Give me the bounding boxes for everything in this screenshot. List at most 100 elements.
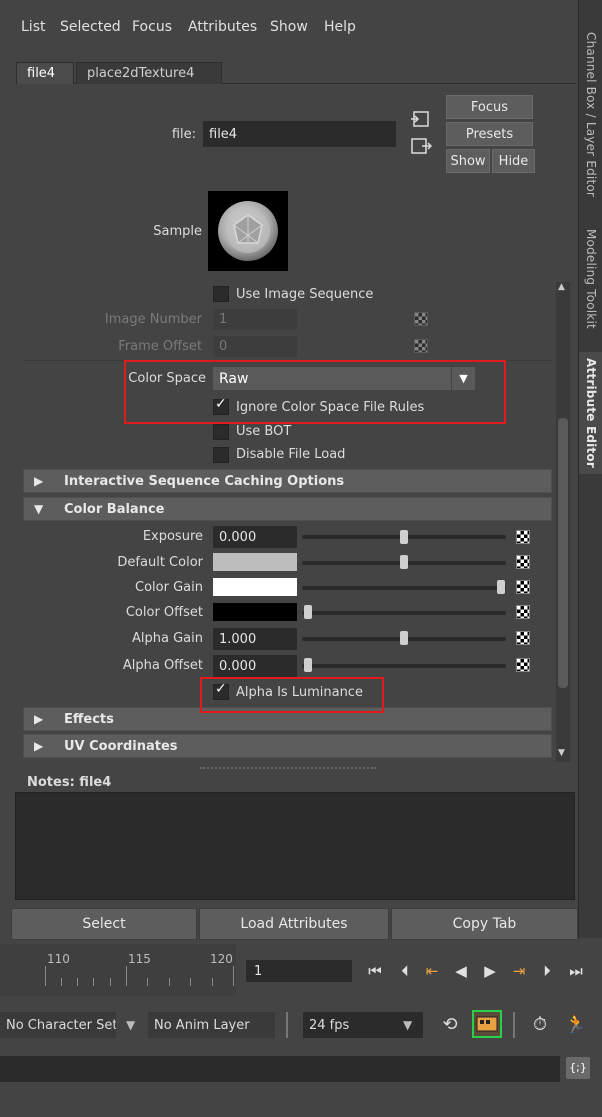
menu-help[interactable]: Help xyxy=(324,19,356,35)
chevron-down-icon[interactable]: ▼ xyxy=(403,1018,412,1032)
load-attributes-button[interactable]: Load Attributes xyxy=(199,908,389,940)
color-gain-map-button[interactable] xyxy=(516,580,530,594)
section-title: Color Balance xyxy=(64,502,165,517)
scrollbar-thumb[interactable] xyxy=(558,418,568,688)
color-offset-slider[interactable] xyxy=(302,611,506,615)
go-to-start-icon[interactable]: ⏮ xyxy=(364,960,386,982)
step-back-key-icon[interactable]: ⏴ xyxy=(394,960,416,982)
resize-grip[interactable] xyxy=(200,767,376,769)
auto-key-icon[interactable]: ⏱ xyxy=(527,1012,553,1038)
animation-preferences-icon[interactable]: 🏃 xyxy=(563,1012,589,1038)
section-title: Effects xyxy=(64,712,114,727)
use-bot-checkbox[interactable] xyxy=(213,424,229,440)
menu-focus[interactable]: Focus xyxy=(132,19,172,35)
color-space-dropdown[interactable]: Raw xyxy=(213,367,475,390)
color-gain-slider[interactable] xyxy=(302,586,506,590)
color-offset-slider-handle[interactable] xyxy=(304,605,312,619)
step-forward-key-icon[interactable]: ⏵ xyxy=(536,960,558,982)
timeline-tick xyxy=(61,978,62,986)
color-gain-slider-handle[interactable] xyxy=(497,580,505,594)
command-line-input[interactable] xyxy=(0,1056,560,1082)
file-name-field[interactable]: file4 xyxy=(203,121,396,147)
alpha-gain-field[interactable]: 1.000 xyxy=(213,628,297,650)
play-backwards-icon[interactable]: ◀ xyxy=(450,960,472,982)
tab-modeling-toolkit-label: Modeling Toolkit xyxy=(584,229,598,329)
default-color-map-button[interactable] xyxy=(516,555,530,569)
frame-offset-label: Frame Offset xyxy=(118,339,202,354)
timeline-tick-label: 120 xyxy=(210,952,233,966)
script-editor-icon[interactable]: {;} xyxy=(566,1057,590,1079)
ignore-color-space-rules-label: Ignore Color Space File Rules xyxy=(236,400,425,415)
separator xyxy=(286,1012,288,1038)
image-number-field[interactable]: 1 xyxy=(213,309,297,330)
alpha-gain-label: Alpha Gain xyxy=(132,631,203,646)
color-space-value: Raw xyxy=(219,370,249,387)
menu-attributes[interactable]: Attributes xyxy=(188,19,257,35)
color-offset-swatch[interactable] xyxy=(213,603,297,621)
section-effects[interactable]: ▶ Effects xyxy=(23,707,552,731)
menu-list[interactable]: List xyxy=(21,19,45,35)
timeline-tick xyxy=(147,978,148,986)
cached-playback-icon[interactable] xyxy=(472,1010,502,1038)
menu-show[interactable]: Show xyxy=(270,19,308,35)
alpha-offset-slider-handle[interactable] xyxy=(304,658,312,672)
time-slider[interactable]: 110 115 120 xyxy=(0,944,236,996)
fps-value: 24 fps xyxy=(309,1017,350,1033)
image-number-map-button[interactable] xyxy=(414,312,428,326)
scroll-up-icon[interactable]: ▲ xyxy=(558,282,565,292)
frame-offset-map-button[interactable] xyxy=(414,339,428,353)
exposure-field[interactable]: 0.000 xyxy=(213,526,297,548)
scroll-down-icon[interactable]: ▼ xyxy=(558,748,565,758)
section-color-balance[interactable]: ▼ Color Balance xyxy=(23,497,552,521)
vertical-scrollbar[interactable]: ▲ ▼ xyxy=(556,282,570,762)
current-frame-field[interactable]: 1 xyxy=(246,960,352,982)
alpha-gain-slider-handle[interactable] xyxy=(400,631,408,645)
menu-bar: List Selected Focus Attributes Show Help xyxy=(0,0,578,52)
step-forward-frame-icon[interactable]: ⇥ xyxy=(508,960,530,982)
color-offset-map-button[interactable] xyxy=(516,605,530,619)
go-to-end-icon[interactable]: ⏭ xyxy=(565,960,587,982)
tab-file4[interactable]: file4 xyxy=(16,62,74,84)
default-color-swatch[interactable] xyxy=(213,553,297,571)
alpha-gain-map-button[interactable] xyxy=(516,631,530,645)
alpha-offset-field[interactable]: 0.000 xyxy=(213,655,297,677)
tab-attribute-editor[interactable]: Attribute Editor xyxy=(579,352,602,474)
tab-channel-box[interactable]: Channel Box / Layer Editor xyxy=(579,20,602,210)
loop-icon[interactable]: ⟲ xyxy=(437,1012,463,1038)
expand-arrow-icon: ▶ xyxy=(34,474,44,488)
menu-selected[interactable]: Selected xyxy=(60,19,121,35)
output-connection-icon[interactable] xyxy=(410,136,432,156)
alpha-offset-slider[interactable] xyxy=(302,664,506,668)
timeline-tick xyxy=(93,978,94,986)
tab-place2dtexture4[interactable]: place2dTexture4 xyxy=(76,62,222,84)
exposure-slider-handle[interactable] xyxy=(400,530,408,544)
chevron-down-icon[interactable]: ▼ xyxy=(126,1018,135,1032)
color-gain-swatch[interactable] xyxy=(213,578,297,596)
copy-tab-button[interactable]: Copy Tab xyxy=(391,908,578,940)
chevron-down-icon[interactable]: ▼ xyxy=(451,367,475,390)
notes-textarea[interactable] xyxy=(15,792,575,900)
tab-modeling-toolkit[interactable]: Modeling Toolkit xyxy=(579,218,602,340)
disable-file-load-checkbox[interactable] xyxy=(213,447,229,463)
show-button[interactable]: Show xyxy=(446,149,490,173)
select-button[interactable]: Select xyxy=(11,908,197,940)
frame-offset-field[interactable]: 0 xyxy=(213,336,297,357)
step-back-frame-icon[interactable]: ⇤ xyxy=(421,960,443,982)
alpha-offset-map-button[interactable] xyxy=(516,658,530,672)
input-connection-icon[interactable] xyxy=(410,109,432,129)
timeline-tick xyxy=(190,978,191,986)
hide-button[interactable]: Hide xyxy=(492,149,535,173)
default-color-slider-handle[interactable] xyxy=(400,555,408,569)
character-set-dropdown[interactable]: No Character Set xyxy=(0,1012,116,1038)
section-interactive-sequence-caching[interactable]: ▶ Interactive Sequence Caching Options xyxy=(23,469,552,493)
use-image-sequence-checkbox[interactable] xyxy=(213,286,229,302)
play-forwards-icon[interactable]: ▶ xyxy=(479,960,501,982)
section-uv-coordinates[interactable]: ▶ UV Coordinates xyxy=(23,734,552,758)
anim-layer-dropdown[interactable]: No Anim Layer xyxy=(148,1012,275,1038)
timeline-tick xyxy=(169,978,170,986)
exposure-map-button[interactable] xyxy=(516,530,530,544)
presets-button[interactable]: Presets xyxy=(446,122,533,146)
default-color-label: Default Color xyxy=(117,555,203,570)
focus-button[interactable]: Focus xyxy=(446,95,533,119)
alpha-offset-label: Alpha Offset xyxy=(122,658,203,673)
